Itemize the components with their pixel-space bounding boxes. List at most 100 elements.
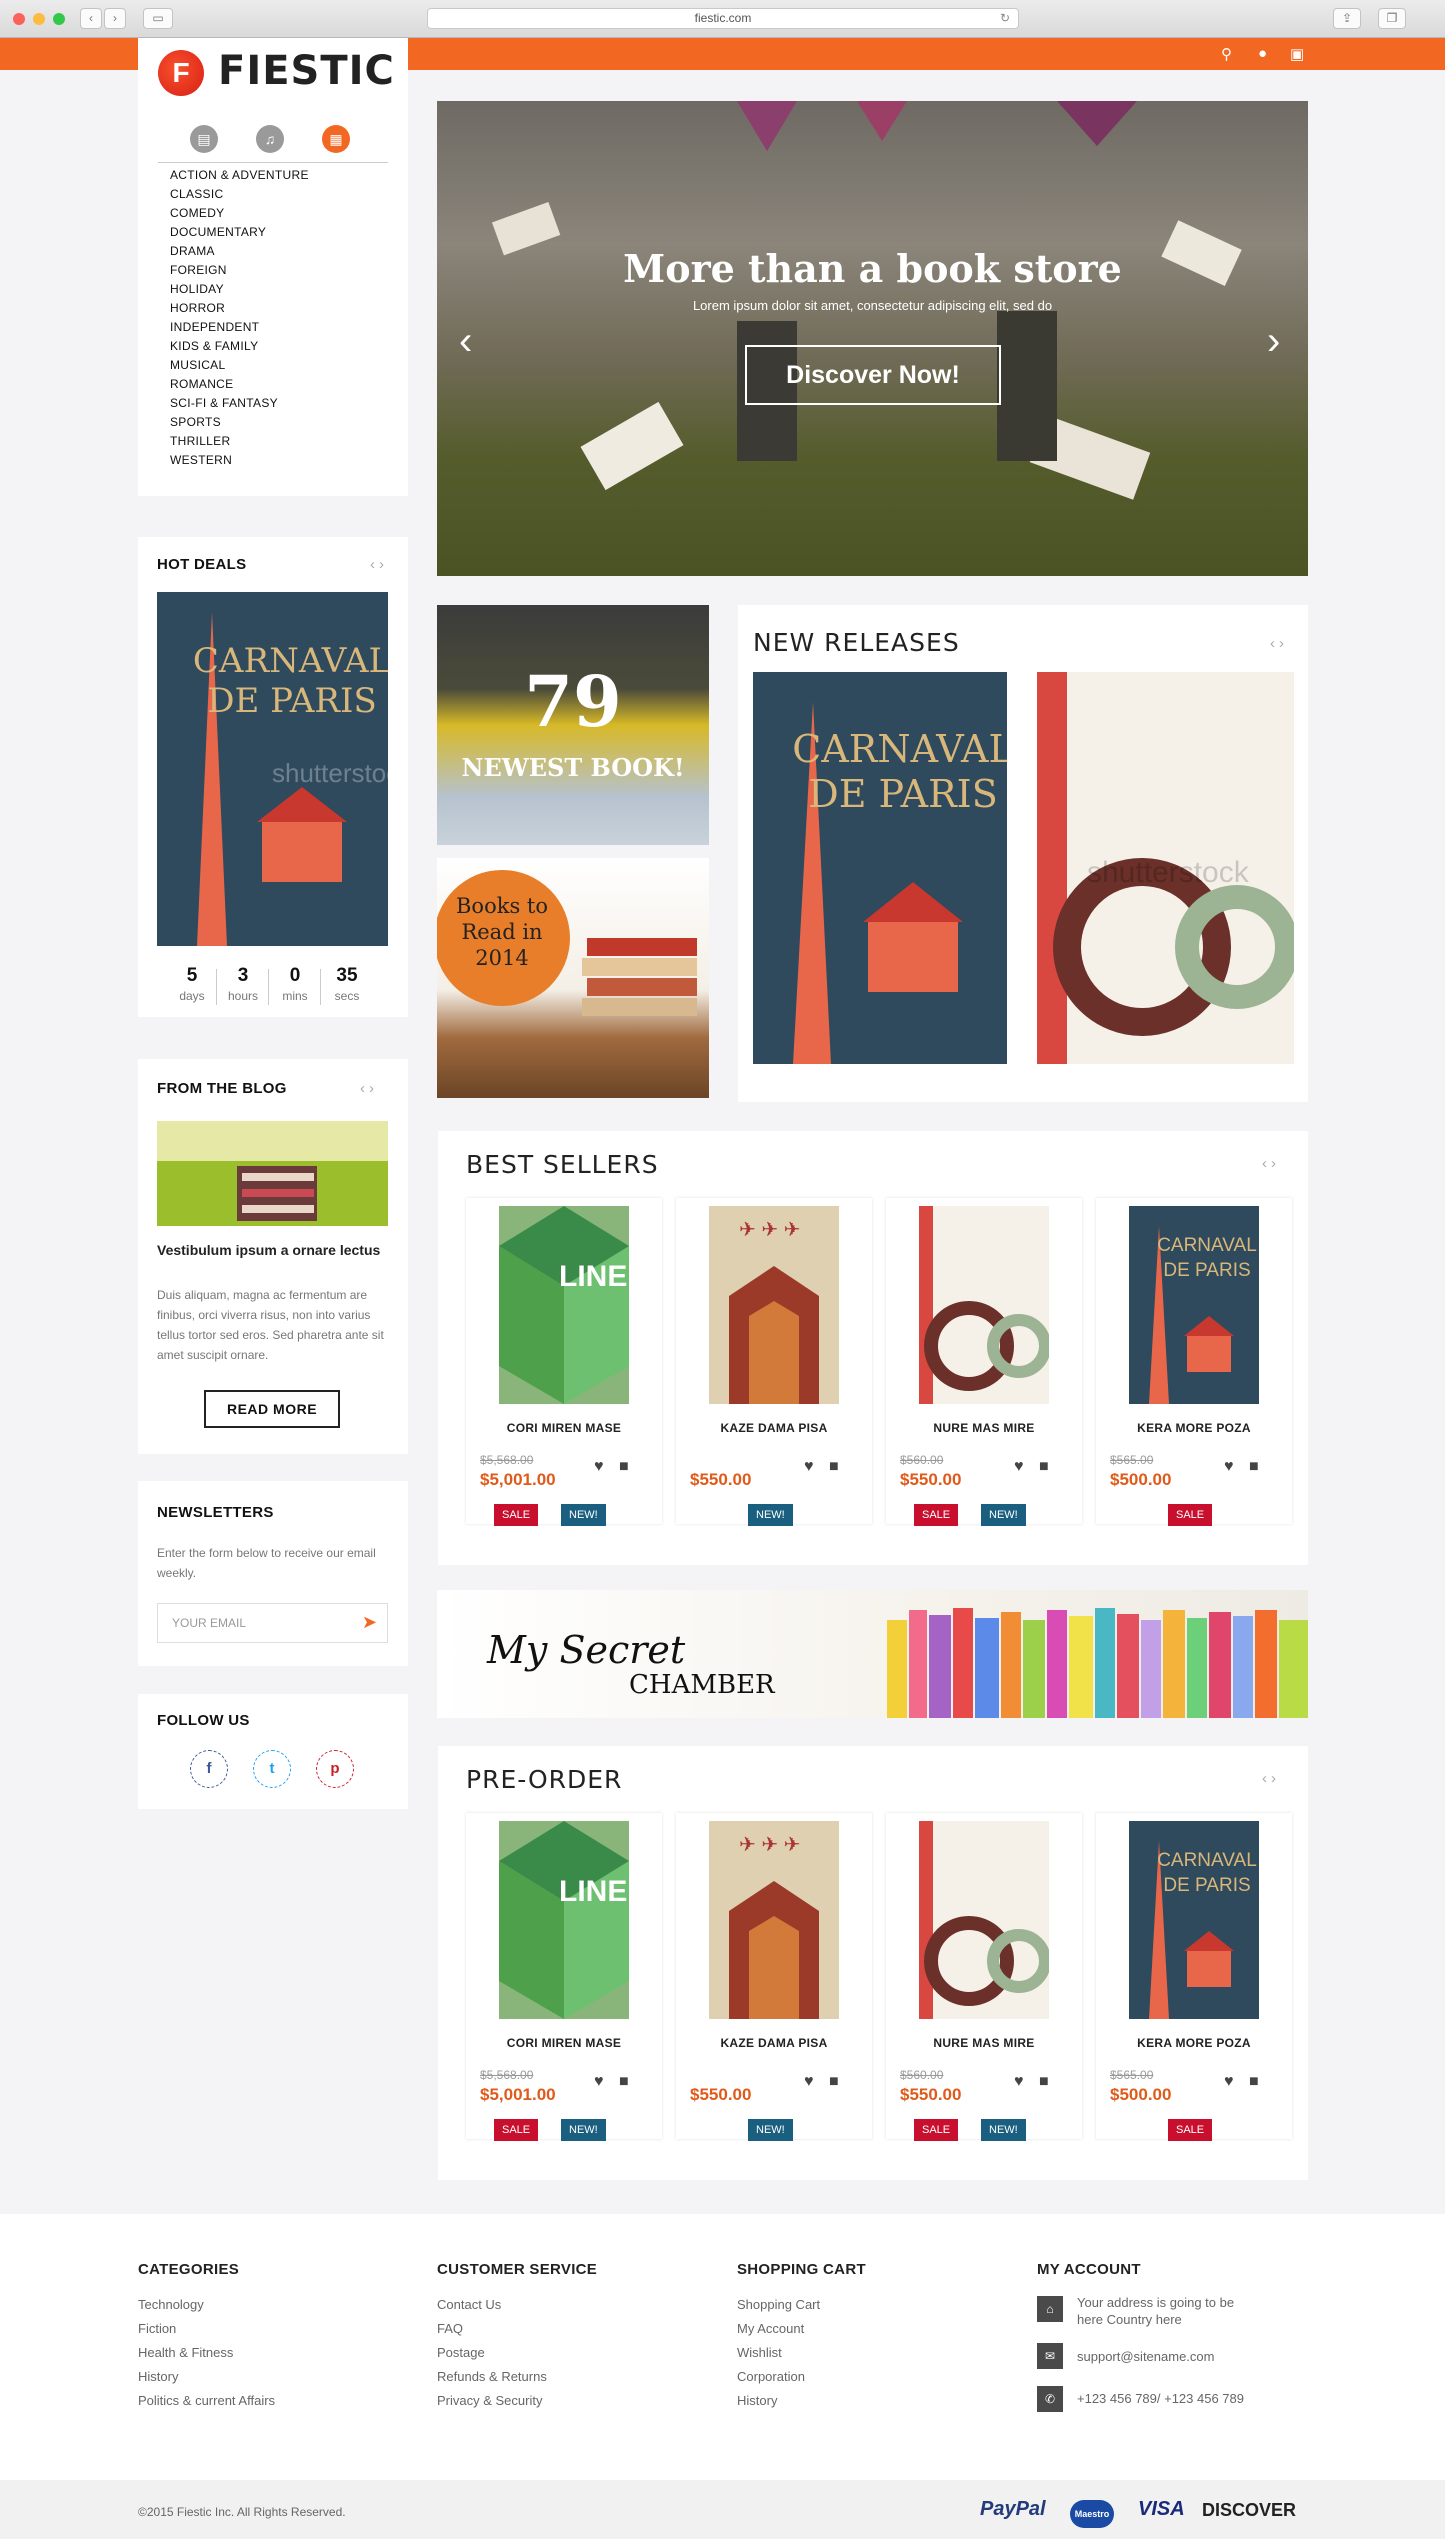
product-name[interactable]: NURE MAS MIRE xyxy=(886,2036,1082,2050)
heart-icon[interactable]: ♥ xyxy=(594,2073,604,2091)
product-name[interactable]: KERA MORE POZA xyxy=(1096,1421,1292,1435)
secret-chamber-banner[interactable]: My Secret CHAMBER xyxy=(437,1590,1308,1718)
product-card[interactable]: ✈ ✈ ✈ KAZE DAMA PISA $550.00 ♥ ■ NEW! xyxy=(676,1813,872,2141)
footer-link[interactable]: Wishlist xyxy=(737,2345,782,2360)
heart-icon[interactable]: ♥ xyxy=(1014,1458,1024,1476)
footer-link[interactable]: Corporation xyxy=(737,2369,805,2384)
footer-link[interactable]: Health & Fitness xyxy=(138,2345,233,2360)
category-item[interactable]: SCI-FI & FANTASY xyxy=(138,394,408,413)
category-item[interactable]: KIDS & FAMILY xyxy=(138,337,408,356)
cart-icon[interactable]: ■ xyxy=(619,2073,629,2091)
film-tab-icon[interactable]: ▦ xyxy=(322,125,350,153)
back-icon[interactable]: ‹ xyxy=(80,8,102,29)
product-card[interactable]: CARNAVAL DE PARIS KERA MORE POZA $565.00 $50… xyxy=(1096,1813,1292,2141)
product-name[interactable]: CORI MIREN MASE xyxy=(466,1421,662,1435)
product-cover[interactable]: LINE xyxy=(499,1206,629,1404)
next-slide-icon[interactable]: › xyxy=(1267,319,1280,364)
cart-icon[interactable]: ■ xyxy=(1249,2073,1259,2091)
pre-order-arrows[interactable]: ‹› xyxy=(1262,1770,1280,1787)
product-name[interactable]: CORI MIREN MASE xyxy=(466,2036,662,2050)
category-item[interactable]: ROMANCE xyxy=(138,375,408,394)
close-window-icon[interactable] xyxy=(13,13,25,25)
new-release-book-2[interactable]: shutterstock xyxy=(1037,672,1294,1064)
category-item[interactable]: DRAMA xyxy=(138,242,408,261)
category-item[interactable]: DOCUMENTARY xyxy=(138,223,408,242)
product-cover[interactable] xyxy=(919,1206,1049,1404)
footer-link[interactable]: Postage xyxy=(437,2345,485,2360)
footer-link[interactable]: Technology xyxy=(138,2297,204,2312)
cart-icon[interactable]: ■ xyxy=(829,2073,839,2091)
blog-image[interactable] xyxy=(157,1121,388,1226)
category-item[interactable]: HORROR xyxy=(138,299,408,318)
logo[interactable]: F FIESTIC xyxy=(138,38,408,111)
hero-slider[interactable]: More than a book store Lorem ipsum dolor… xyxy=(437,101,1308,576)
product-card[interactable]: NURE MAS MIRE $560.00 $550.00 ♥ ■ SALE NEW! xyxy=(886,1198,1082,1526)
music-tab-icon[interactable]: ♫ xyxy=(256,125,284,153)
category-item[interactable]: SPORTS xyxy=(138,413,408,432)
hot-deal-book-cover[interactable]: CARNAVAL DE PARIS shutterstock xyxy=(157,592,388,946)
cart-icon[interactable]: ■ xyxy=(829,1458,839,1476)
pinterest-icon[interactable]: p xyxy=(316,1750,354,1788)
heart-icon[interactable]: ♥ xyxy=(1224,1458,1234,1476)
footer-link[interactable]: Contact Us xyxy=(437,2297,501,2312)
product-cover[interactable]: ✈ ✈ ✈ xyxy=(709,1821,839,2019)
cart-icon[interactable]: ▣ xyxy=(1290,45,1304,63)
prev-slide-icon[interactable]: ‹ xyxy=(459,319,472,364)
reload-icon[interactable]: ↻ xyxy=(1000,9,1010,28)
promo-books-2014[interactable]: Books to Read in 2014 xyxy=(437,858,709,1098)
email-field[interactable]: YOUR EMAIL ➤ xyxy=(157,1603,388,1643)
best-sellers-arrows[interactable]: ‹› xyxy=(1262,1155,1280,1172)
footer-link[interactable]: My Account xyxy=(737,2321,804,2336)
search-icon[interactable]: ⚲ xyxy=(1221,45,1232,63)
category-item[interactable]: FOREIGN xyxy=(138,261,408,280)
minimize-window-icon[interactable] xyxy=(33,13,45,25)
blog-post-title[interactable]: Vestibulum ipsum a ornare lectus xyxy=(157,1242,388,1259)
footer-link[interactable]: Shopping Cart xyxy=(737,2297,820,2312)
forward-icon[interactable]: › xyxy=(104,8,126,29)
product-card[interactable]: CARNAVAL DE PARIS KERA MORE POZA $565.00 $50… xyxy=(1096,1198,1292,1526)
send-icon[interactable]: ➤ xyxy=(362,1612,377,1633)
cart-icon[interactable]: ■ xyxy=(1249,1458,1259,1476)
heart-icon[interactable]: ♥ xyxy=(804,2073,814,2091)
footer-link[interactable]: Refunds & Returns xyxy=(437,2369,547,2384)
footer-email[interactable]: support@sitename.com xyxy=(1077,2349,1214,2364)
zoom-window-icon[interactable] xyxy=(53,13,65,25)
footer-link[interactable]: History xyxy=(138,2369,178,2384)
cart-icon[interactable]: ■ xyxy=(1039,1458,1049,1476)
blog-arrows[interactable]: ‹› xyxy=(360,1080,378,1097)
product-name[interactable]: KAZE DAMA PISA xyxy=(676,1421,872,1435)
category-item[interactable]: THRILLER xyxy=(138,432,408,451)
product-name[interactable]: KAZE DAMA PISA xyxy=(676,2036,872,2050)
product-card[interactable]: LINE CORI MIREN MASE $5,568.00 $5,001.00 ♥ ■ S… xyxy=(466,1198,662,1526)
category-item[interactable]: INDEPENDENT xyxy=(138,318,408,337)
heart-icon[interactable]: ♥ xyxy=(1224,2073,1234,2091)
read-more-button[interactable]: READ MORE xyxy=(204,1390,340,1428)
promo-newest-book[interactable]: 79 NEWEST BOOK! xyxy=(437,605,709,845)
heart-icon[interactable]: ♥ xyxy=(594,1458,604,1476)
address-bar[interactable]: fiestic.com ↻ xyxy=(427,8,1019,29)
category-item[interactable]: WESTERN xyxy=(138,451,408,470)
cart-icon[interactable]: ■ xyxy=(1039,2073,1049,2091)
discover-now-button[interactable]: Discover Now! xyxy=(745,345,1001,405)
product-cover[interactable] xyxy=(919,1821,1049,2019)
footer-link[interactable]: History xyxy=(737,2393,777,2408)
heart-icon[interactable]: ♥ xyxy=(804,1458,814,1476)
heart-icon[interactable]: ♥ xyxy=(1014,2073,1024,2091)
category-item[interactable]: CLASSIC xyxy=(138,185,408,204)
product-name[interactable]: KERA MORE POZA xyxy=(1096,2036,1292,2050)
category-item[interactable]: ACTION & ADVENTURE xyxy=(138,166,408,185)
user-icon[interactable]: ● xyxy=(1258,45,1267,62)
product-card[interactable]: ✈ ✈ ✈ KAZE DAMA PISA $550.00 ♥ ■ NEW! xyxy=(676,1198,872,1526)
footer-link[interactable]: Privacy & Security xyxy=(437,2393,542,2408)
new-release-book-1[interactable]: CARNAVAL DE PARIS xyxy=(753,672,1007,1064)
product-name[interactable]: NURE MAS MIRE xyxy=(886,1421,1082,1435)
category-item[interactable]: HOLIDAY xyxy=(138,280,408,299)
footer-link[interactable]: FAQ xyxy=(437,2321,463,2336)
cart-icon[interactable]: ■ xyxy=(619,1458,629,1476)
category-item[interactable]: COMEDY xyxy=(138,204,408,223)
new-releases-arrows[interactable]: ‹› xyxy=(1270,635,1288,652)
footer-link[interactable]: Politics & current Affairs xyxy=(138,2393,275,2408)
category-item[interactable]: MUSICAL xyxy=(138,356,408,375)
sidebar-toggle-icon[interactable]: ▭ xyxy=(143,8,173,29)
twitter-icon[interactable]: t xyxy=(253,1750,291,1788)
